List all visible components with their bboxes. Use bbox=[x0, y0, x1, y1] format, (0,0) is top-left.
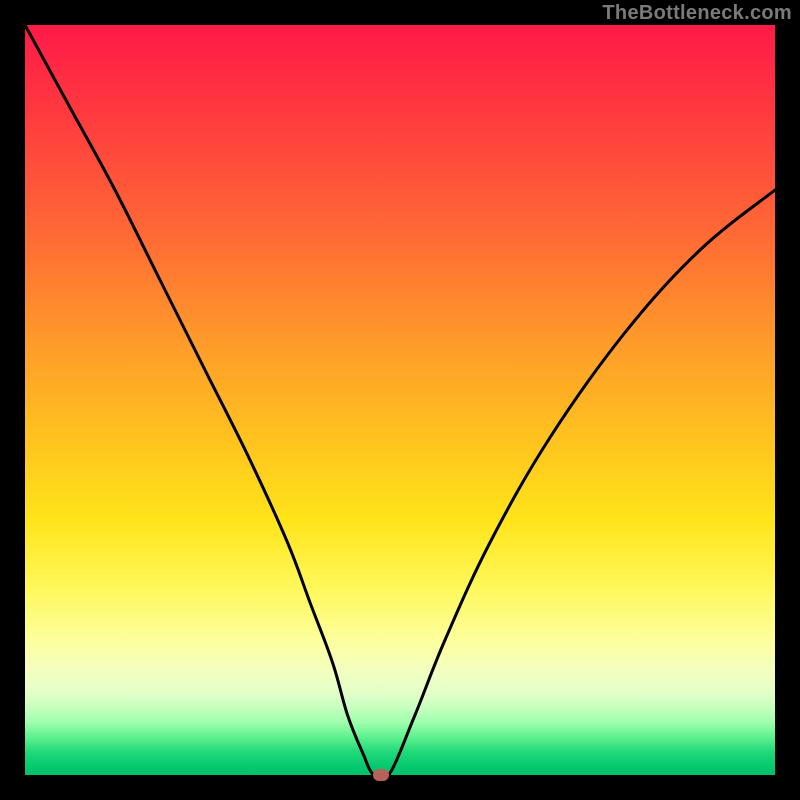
bottleneck-curve bbox=[25, 25, 775, 775]
chart-frame: TheBottleneck.com bbox=[0, 0, 800, 800]
optimal-point-marker bbox=[373, 769, 389, 781]
watermark-text: TheBottleneck.com bbox=[602, 2, 792, 25]
plot-area bbox=[25, 25, 775, 775]
